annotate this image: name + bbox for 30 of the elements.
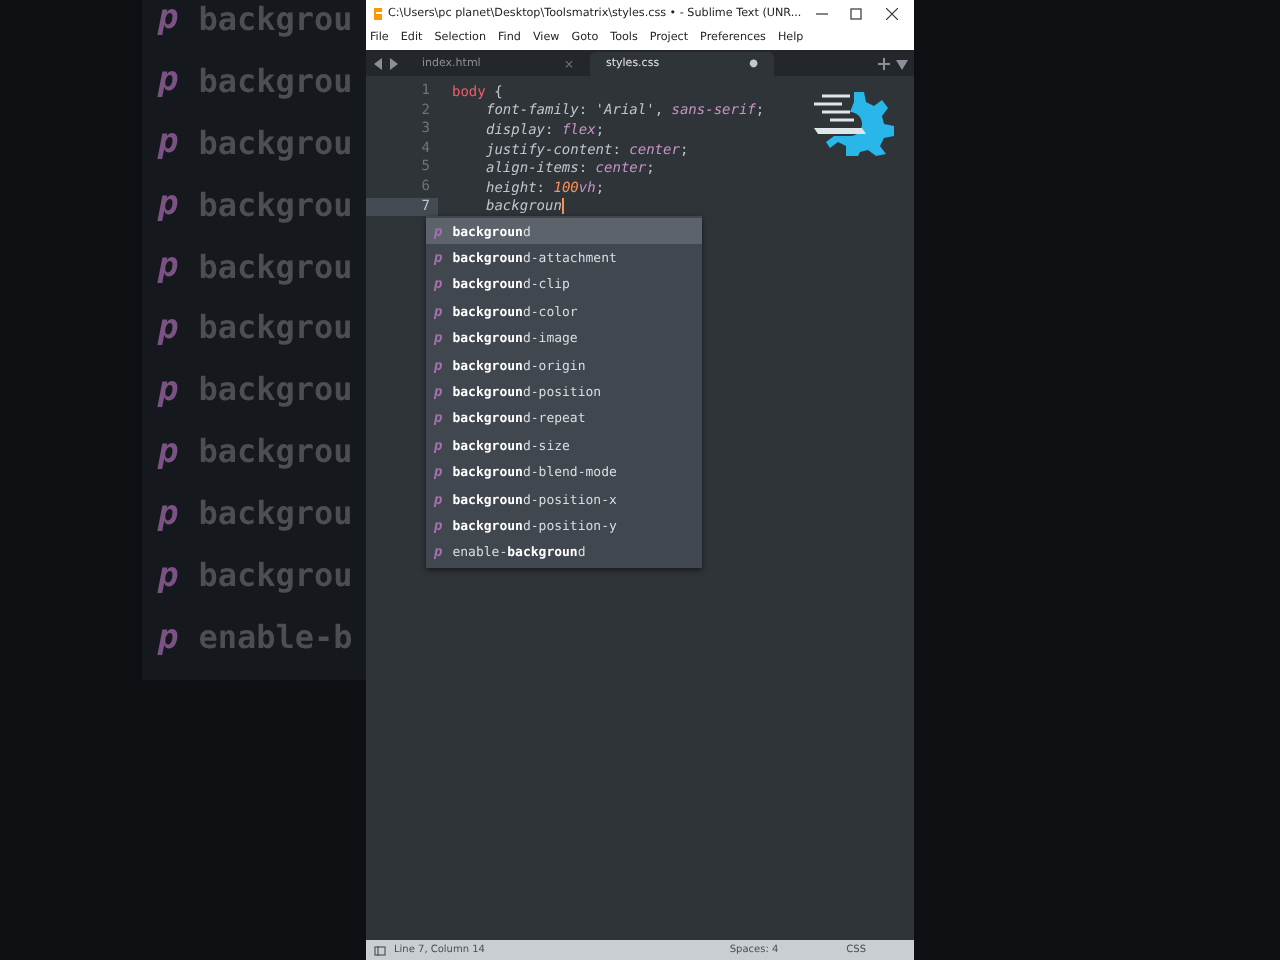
- backdrop-text: enable-b: [198, 618, 353, 657]
- property-icon: p: [158, 122, 179, 163]
- property-icon: p: [158, 246, 179, 287]
- backdrop-text: backgrou: [198, 185, 353, 224]
- property-icon: p: [158, 555, 179, 596]
- close-button[interactable]: [885, 7, 898, 19]
- backdrop-text: backgrou: [198, 247, 353, 286]
- property-icon: p: [158, 617, 179, 658]
- dropdown-icon[interactable]: [896, 60, 908, 70]
- property-icon: p: [158, 493, 179, 534]
- backdrop-text: backgrou: [198, 0, 353, 38]
- property-icon: p: [158, 369, 179, 410]
- property-icon: p: [158, 307, 179, 348]
- new-tab-icon[interactable]: [878, 58, 890, 70]
- backdrop-text: backgrou: [198, 61, 353, 100]
- maximize-button[interactable]: [850, 7, 863, 19]
- app-icon: [374, 7, 382, 19]
- minimize-button[interactable]: [815, 7, 828, 19]
- backdrop-text: backgrou: [198, 432, 353, 471]
- backdrop-text: backgrou: [198, 308, 353, 347]
- backdrop-text: backgrou: [198, 494, 353, 533]
- property-icon: p: [158, 0, 179, 39]
- tab-arrows-icon[interactable]: [374, 58, 398, 70]
- property-icon: p: [158, 184, 179, 225]
- backdrop-text: backgrou: [198, 123, 353, 162]
- property-icon: p: [158, 431, 179, 472]
- backdrop-text: backgrou: [198, 370, 353, 409]
- property-icon: p: [158, 60, 179, 101]
- panel-toggle-icon[interactable]: [374, 945, 386, 955]
- backdrop-text: backgrou: [198, 556, 353, 595]
